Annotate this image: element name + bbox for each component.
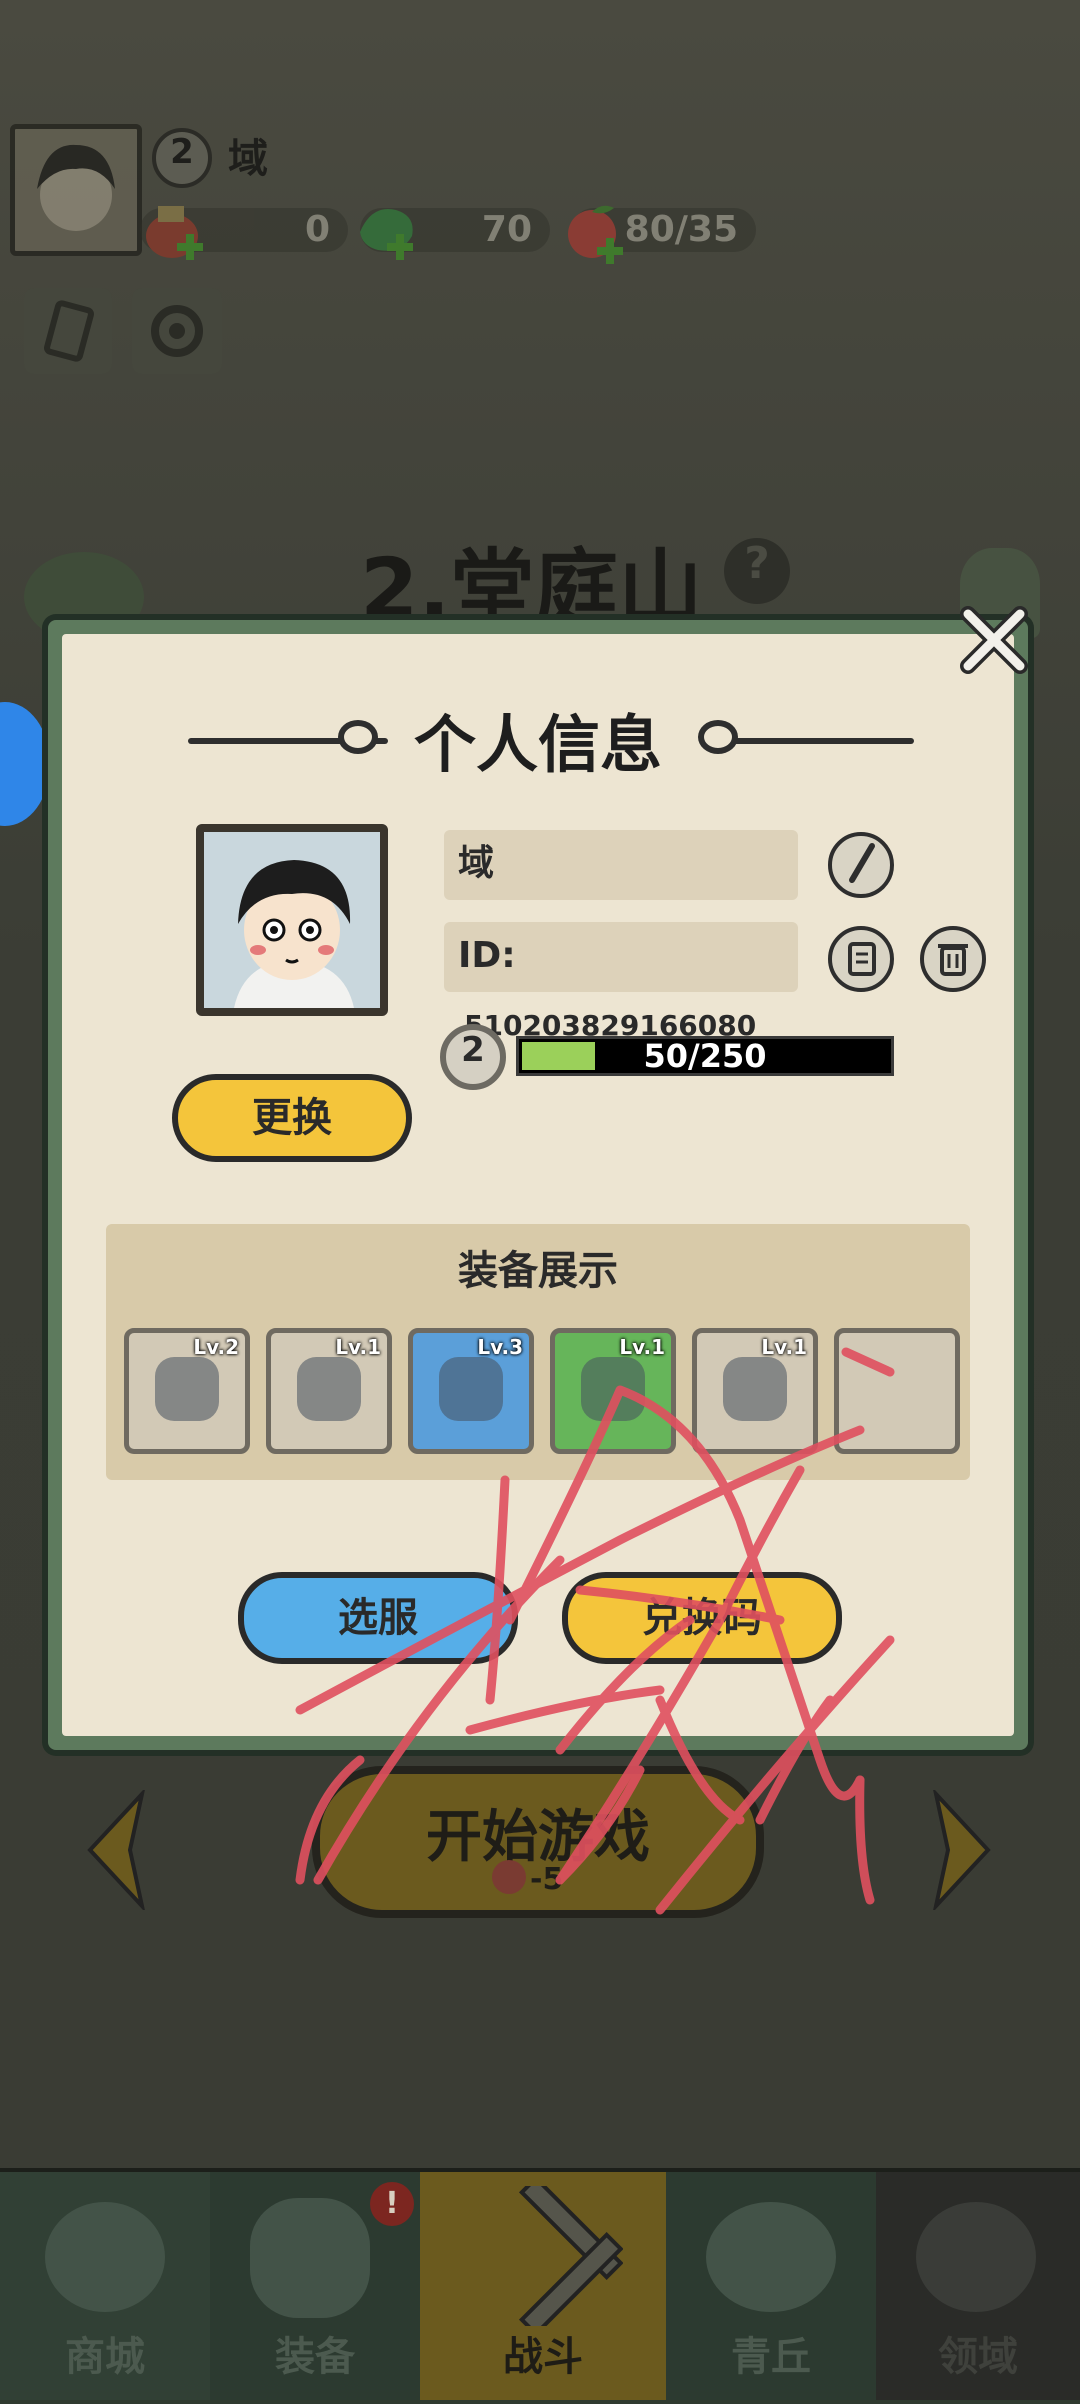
- handwritten-scribble: [295, 1347, 895, 1915]
